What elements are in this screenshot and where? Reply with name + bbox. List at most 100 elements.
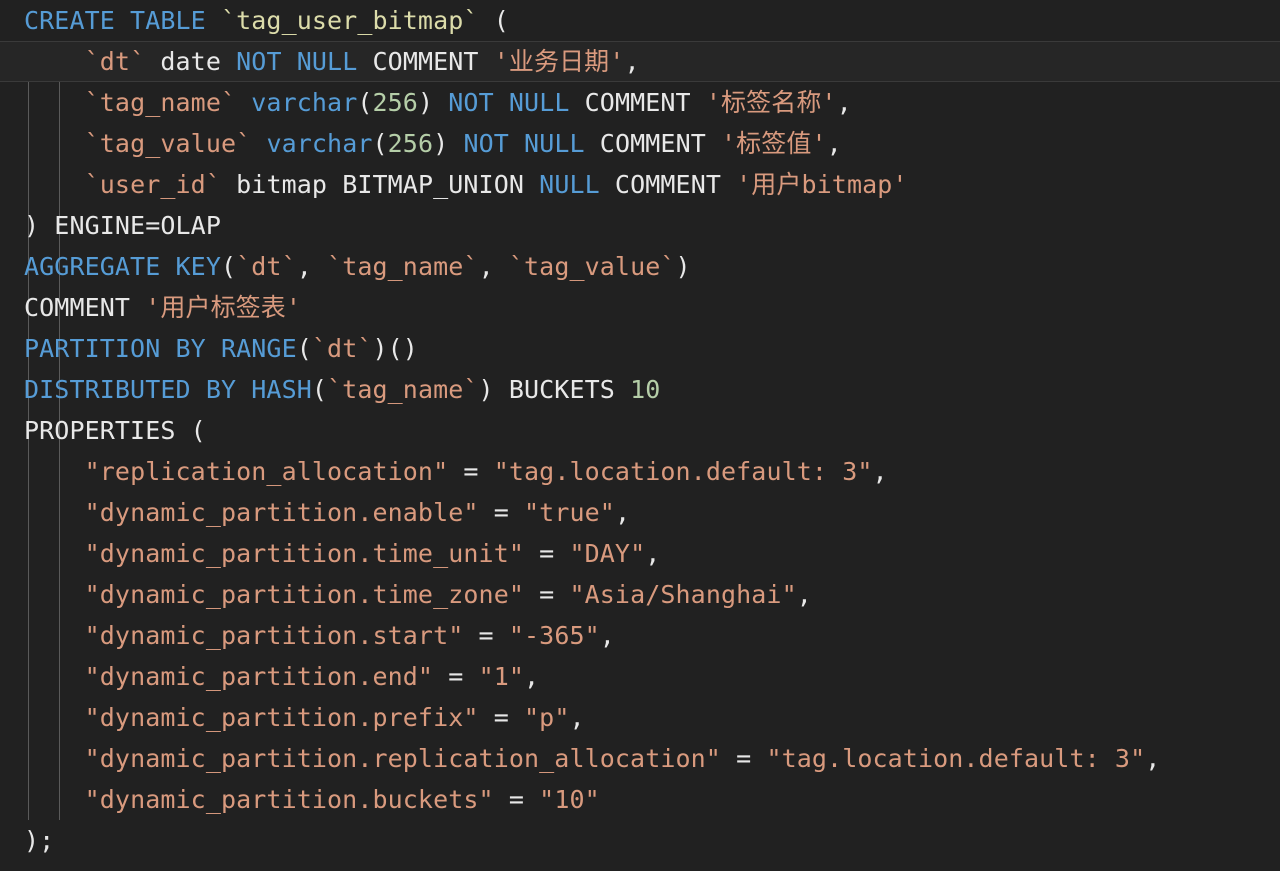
code-token-kw: varchar xyxy=(251,88,358,117)
code-token-num: 256 xyxy=(372,88,418,117)
code-token-str: "dynamic_partition.replication_allocatio… xyxy=(84,744,721,773)
code-token-str: "true" xyxy=(524,498,615,527)
code-token-plain: , xyxy=(796,580,812,609)
code-token-str: "dynamic_partition.time_unit" xyxy=(84,539,524,568)
code-token-ident: `tag_value` xyxy=(84,129,252,158)
code-line[interactable]: DISTRIBUTED BY HASH(`tag_name`) BUCKETS … xyxy=(0,369,1280,410)
sql-code-editor[interactable]: CREATE TABLE `tag_user_bitmap` ( `dt` da… xyxy=(0,0,1280,871)
code-token-plain: = xyxy=(720,744,767,773)
code-token-ident: `tag_name` xyxy=(84,88,237,117)
code-token-str: "dynamic_partition.time_zone" xyxy=(84,580,524,609)
code-token-str: "tag.location.default: 3" xyxy=(493,457,873,486)
code-token-plain: , xyxy=(826,129,842,158)
code-token-kw: CREATE TABLE xyxy=(24,6,221,35)
code-token-str: "10" xyxy=(539,785,600,814)
code-token-str: '用户bitmap' xyxy=(736,170,908,199)
code-token-str: "DAY" xyxy=(569,539,646,568)
code-token-kw: NOT NULL xyxy=(448,88,570,117)
code-line[interactable]: "dynamic_partition.end" = "1", xyxy=(0,656,1280,697)
code-token-ident: `dt` xyxy=(84,47,146,76)
code-token-plain: = xyxy=(433,662,479,691)
code-line[interactable]: ); xyxy=(0,820,1280,861)
code-token-str: "dynamic_partition.end" xyxy=(84,662,434,691)
code-token-plain: ) BUCKETS xyxy=(478,375,631,404)
code-token-plain: ( xyxy=(311,375,328,404)
code-line[interactable]: AGGREGATE KEY(`dt`, `tag_name`, `tag_val… xyxy=(0,246,1280,287)
code-token-plain: date xyxy=(145,47,237,76)
code-token-ident: `user_id` xyxy=(84,170,221,199)
code-line[interactable]: COMMENT '用户标签表' xyxy=(0,287,1280,328)
code-line[interactable]: "dynamic_partition.enable" = "true", xyxy=(0,492,1280,533)
code-line[interactable]: `tag_name` varchar(256) NOT NULL COMMENT… xyxy=(0,82,1280,123)
code-token-plain: ( xyxy=(357,88,373,117)
code-token-plain: COMMENT xyxy=(569,88,706,117)
code-token-plain: , xyxy=(569,703,585,732)
code-line[interactable]: "dynamic_partition.prefix" = "p", xyxy=(0,697,1280,738)
code-token-plain: = xyxy=(524,539,570,568)
code-line[interactable]: `user_id` bitmap BITMAP_UNION NULL COMME… xyxy=(0,164,1280,205)
code-token-plain: ( xyxy=(296,334,312,363)
code-token-plain: = xyxy=(463,621,509,650)
code-token-plain: , xyxy=(614,498,631,527)
code-line[interactable]: "dynamic_partition.replication_allocatio… xyxy=(0,738,1280,779)
code-line[interactable]: ) ENGINE=OLAP xyxy=(0,205,1280,246)
code-token-ident: `dt` xyxy=(311,334,373,363)
code-token-str: "1" xyxy=(478,662,525,691)
code-token-str: "Asia/Shanghai" xyxy=(569,580,797,609)
code-line[interactable]: PARTITION BY RANGE(`dt`)() xyxy=(0,328,1280,369)
code-token-num: 256 xyxy=(387,129,434,158)
code-token-plain: ( xyxy=(478,6,509,35)
code-token-plain: ) xyxy=(417,88,449,117)
code-token-plain: , xyxy=(872,457,888,486)
code-token-plain: = xyxy=(448,457,494,486)
code-token-plain: = xyxy=(478,498,525,527)
code-token-plain: ( xyxy=(220,252,237,281)
code-token-str: '标签名称' xyxy=(705,88,837,117)
code-token-ident: `tag_value` xyxy=(508,252,676,281)
code-line[interactable]: PROPERTIES ( xyxy=(0,410,1280,451)
code-token-plain: , xyxy=(478,252,509,281)
code-token-plain: bitmap BITMAP_UNION xyxy=(220,170,540,199)
code-line[interactable]: CREATE TABLE `tag_user_bitmap` ( xyxy=(0,0,1280,41)
code-token-kw: NOT NULL xyxy=(463,129,585,158)
code-content[interactable]: CREATE TABLE `tag_user_bitmap` ( `dt` da… xyxy=(0,0,1280,861)
code-line[interactable]: "dynamic_partition.time_zone" = "Asia/Sh… xyxy=(0,574,1280,615)
code-token-plain: )() xyxy=(372,334,418,363)
code-token-plain: , xyxy=(524,662,540,691)
code-token-kw: varchar xyxy=(266,129,373,158)
code-token-str: '标签值' xyxy=(721,129,827,158)
code-token-kw: PARTITION BY RANGE xyxy=(24,334,297,363)
code-line[interactable]: "dynamic_partition.time_unit" = "DAY", xyxy=(0,533,1280,574)
code-token-str: "-365" xyxy=(508,621,600,650)
code-token-plain: ); xyxy=(24,826,55,855)
code-line[interactable]: `tag_value` varchar(256) NOT NULL COMMEN… xyxy=(0,123,1280,164)
code-line[interactable]: `dt` date NOT NULL COMMENT '业务日期', xyxy=(0,41,1280,82)
code-token-plain: = xyxy=(478,703,525,732)
code-token-plain: COMMENT xyxy=(357,47,494,76)
code-token-str: '业务日期' xyxy=(493,47,625,76)
code-token-kw: NULL xyxy=(539,170,600,199)
code-token-str: "dynamic_partition.prefix" xyxy=(84,703,479,732)
code-token-str: "tag.location.default: 3" xyxy=(766,744,1146,773)
code-line[interactable]: "dynamic_partition.buckets" = "10" xyxy=(0,779,1280,820)
code-token-plain: , xyxy=(599,621,615,650)
code-token-plain: COMMENT xyxy=(584,129,722,158)
code-token-plain: , xyxy=(1145,744,1161,773)
code-line[interactable]: "replication_allocation" = "tag.location… xyxy=(0,451,1280,492)
code-token-tbl: `tag_user_bitmap` xyxy=(220,6,479,35)
code-token-kw: DISTRIBUTED BY HASH xyxy=(24,375,312,404)
code-line[interactable]: "dynamic_partition.start" = "-365", xyxy=(0,615,1280,656)
